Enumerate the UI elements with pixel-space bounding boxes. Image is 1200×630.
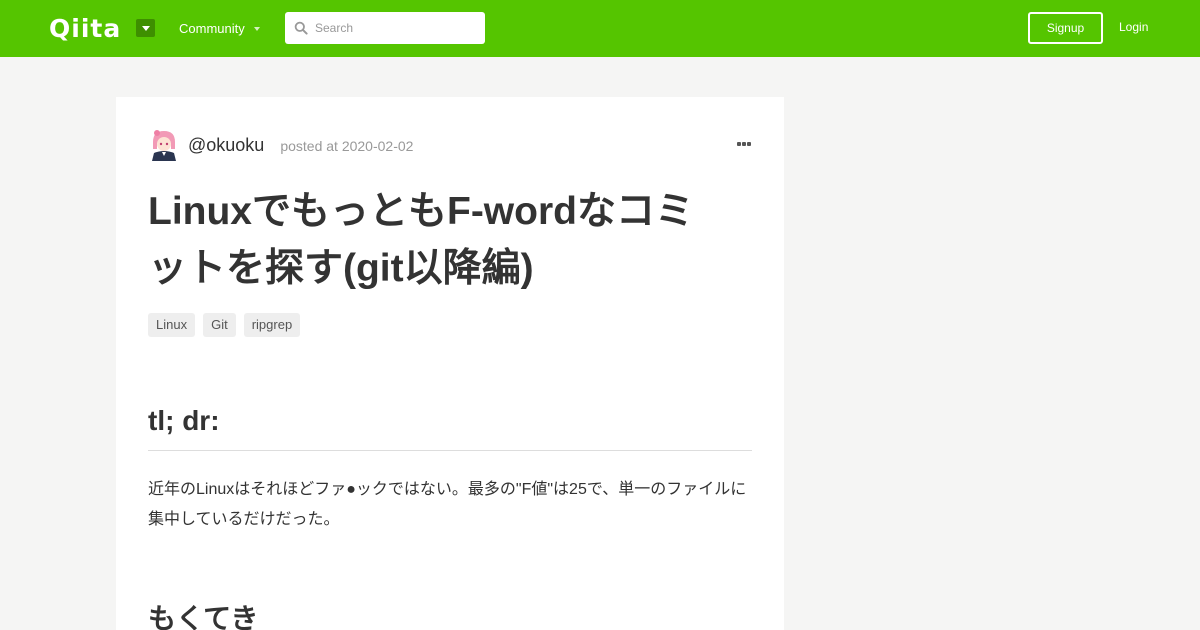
section-heading-purpose: もくてき — [148, 603, 259, 630]
author-username[interactable]: @okuoku — [188, 135, 264, 156]
search-input[interactable] — [315, 12, 480, 44]
dot — [737, 142, 741, 146]
community-dropdown[interactable]: Community — [179, 21, 260, 36]
tag-linux[interactable]: Linux — [148, 313, 196, 337]
tag-git[interactable]: Git — [203, 313, 236, 337]
tag-list: Linux Git ripgrep — [148, 313, 308, 337]
dot — [742, 142, 746, 146]
site-header: Qiita Community Signup Login — [0, 0, 1200, 57]
avatar[interactable] — [148, 129, 180, 161]
logo-text: Qiita — [49, 13, 122, 43]
article-meta: @okuoku posted at 2020-02-02 — [148, 129, 413, 161]
article-title: LinuxでもっともF-wordなコミットを探す(git以降編) — [148, 190, 694, 290]
dot — [747, 142, 751, 146]
login-link[interactable]: Login — [1119, 20, 1148, 34]
heading-divider — [148, 450, 752, 451]
article-paragraph: 近年のLinuxはそれほどファ●ックではない。最多の"F値"は25で、単一のファ… — [148, 481, 747, 528]
signup-button[interactable]: Signup — [1028, 12, 1103, 44]
section-heading-tldr: tl; dr: — [148, 405, 220, 436]
qiita-logo[interactable]: Qiita — [49, 13, 122, 43]
caret-down-icon — [253, 27, 260, 31]
service-menu-button[interactable] — [136, 19, 155, 37]
more-options-icon[interactable] — [737, 142, 751, 148]
tag-ripgrep[interactable]: ripgrep — [243, 313, 301, 337]
article-card: @okuoku posted at 2020-02-02 LinuxでもっともF… — [116, 97, 784, 630]
search-box — [285, 12, 485, 44]
posted-date: posted at 2020-02-02 — [280, 137, 414, 154]
search-icon — [294, 21, 308, 35]
community-label: Community — [179, 21, 245, 36]
chevron-down-icon — [141, 25, 150, 31]
